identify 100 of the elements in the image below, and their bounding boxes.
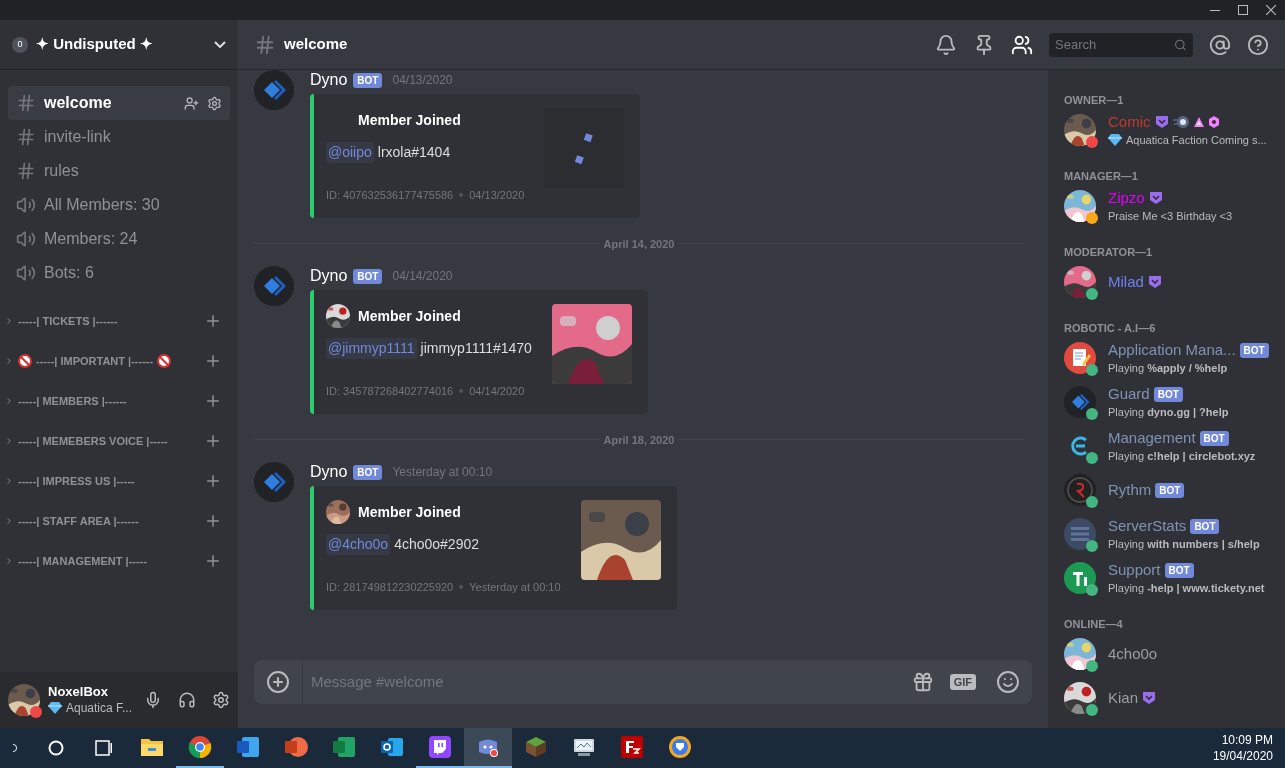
channel-name: Bots: 6 — [44, 263, 94, 283]
bot-tag: BOT — [1199, 430, 1229, 446]
record-avatar — [1064, 474, 1096, 506]
member-item[interactable]: Comic Aquatica Faction Coming s... — [1056, 108, 1277, 152]
boost-badge: 0 — [12, 36, 28, 53]
add-icon[interactable] — [204, 472, 222, 490]
search-field[interactable]: Search — [1049, 32, 1193, 57]
category-row[interactable]: -----| IMPORTANT |------ — [4, 352, 222, 370]
hash-icon — [16, 127, 36, 147]
chevron-right-icon — [4, 356, 14, 366]
member-activity: Praise Me <3 Birthday <3 — [1108, 209, 1233, 224]
diamond-icon — [48, 702, 62, 714]
group-header: ONLINE—4 — [1063, 617, 1124, 632]
category-row[interactable]: -----| MEMEBERS VOICE |----- — [4, 432, 222, 450]
add-icon[interactable] — [204, 352, 222, 370]
date-divider: April 14, 2020 — [603, 236, 675, 252]
search-input[interactable]: Search — [1055, 34, 1175, 55]
channel-name: rules — [44, 161, 79, 181]
minimize-icon[interactable] — [1210, 9, 1220, 11]
bell-icon[interactable] — [935, 33, 957, 56]
category-row[interactable]: -----| TICKETS |------ — [4, 312, 222, 330]
bot-tag: BOT — [1153, 386, 1183, 402]
user-tag: 4cho0o#2902 — [394, 534, 480, 555]
help-icon[interactable] — [1247, 33, 1269, 56]
gift-icon[interactable] — [911, 671, 934, 693]
upload-icon[interactable] — [266, 670, 290, 694]
emoji-icon[interactable] — [996, 670, 1020, 694]
microphone-icon[interactable] — [144, 691, 162, 709]
channel-name: All Members: 30 — [44, 195, 160, 215]
leaf-avatar — [1064, 562, 1096, 594]
member-item[interactable]: Kian — [1056, 676, 1277, 720]
category-row[interactable]: -----| MANAGEMENT |----- — [4, 552, 222, 570]
member-name: Guard — [1108, 384, 1150, 404]
cortana-icon[interactable] — [48, 740, 64, 756]
member-item[interactable]: 4cho0o — [1056, 632, 1277, 676]
task-view-icon[interactable] — [95, 740, 113, 756]
embed-title: Member Joined — [358, 110, 461, 130]
shield-icon — [1148, 191, 1163, 205]
bot-tag: BOT — [1155, 482, 1185, 498]
author-name[interactable]: Dyno — [310, 460, 348, 484]
message-time: 04/13/2020 — [392, 72, 453, 89]
chevron-right-icon — [4, 396, 14, 406]
user-mention[interactable]: @jimmyp1111 — [326, 338, 417, 359]
message-time: Yesterday at 00:10 — [392, 464, 493, 481]
message-time: 04/14/2020 — [392, 268, 453, 285]
channel-item[interactable]: welcome — [8, 86, 230, 120]
member-name: Zipzo — [1108, 188, 1145, 208]
shield-icon — [1142, 691, 1157, 705]
category-row[interactable]: -----| STAFF AREA |------ — [4, 512, 222, 530]
embed-footer-time: 04/13/2020 — [469, 188, 525, 203]
add-icon[interactable] — [204, 392, 222, 410]
channel-item[interactable]: Bots: 6 — [8, 256, 230, 290]
server-name: ✦ Undisputed ✦ — [36, 34, 153, 55]
channel-item[interactable]: Members: 24 — [8, 222, 230, 256]
invite-icon[interactable] — [184, 95, 199, 111]
server-header[interactable]: 0 ✦ Undisputed ✦ — [0, 20, 238, 70]
category-row[interactable]: -----| IMPRESS US |----- — [4, 472, 222, 490]
member-item[interactable]: Support BOT Playing -help | www.tickety.net — [1056, 556, 1277, 600]
add-icon[interactable] — [204, 552, 222, 570]
channel-item[interactable]: All Members: 30 — [8, 188, 230, 222]
add-icon[interactable] — [204, 512, 222, 530]
category-row[interactable]: -----| MEMBERS |------ — [4, 392, 222, 410]
bot-tag: BOT — [1164, 562, 1194, 578]
gif-button[interactable]: GIF — [949, 673, 976, 691]
user-mention[interactable]: @4cho0o — [326, 534, 391, 555]
group-header: MODERATOR—1 — [1063, 245, 1154, 260]
mention-icon[interactable] — [1209, 33, 1231, 56]
channel-name: Members: 24 — [44, 229, 138, 249]
author-name[interactable]: Dyno — [310, 70, 348, 92]
hash-icon — [16, 161, 36, 181]
member-item[interactable]: Milad — [1056, 260, 1277, 304]
member-name: Management — [1108, 428, 1196, 448]
member-name: Support — [1108, 560, 1161, 580]
member-item[interactable]: Zipzo Praise Me <3 Birthday <3 — [1056, 184, 1277, 228]
settings-icon[interactable] — [207, 95, 222, 111]
shield-icon — [1147, 275, 1162, 289]
no-entry-icon — [157, 354, 172, 368]
member-item[interactable]: Guard BOT Playing dyno.gg | ?help — [1056, 380, 1277, 424]
member-item[interactable]: ServerStats BOT Playing with numbers | s/help — [1056, 512, 1277, 556]
members-icon[interactable] — [1011, 33, 1033, 56]
member-item[interactable]: Management BOT Playing c!help | circlebot.xyz — [1056, 424, 1277, 468]
headphones-icon[interactable] — [178, 691, 196, 709]
close-icon[interactable] — [1266, 5, 1276, 15]
add-icon[interactable] — [204, 432, 222, 450]
clock-date: 19/04/2020 — [1212, 748, 1273, 764]
settings-icon[interactable] — [212, 691, 230, 709]
author-name[interactable]: Dyno — [310, 264, 348, 288]
twitch-icon — [428, 735, 452, 759]
bot-tag: BOT — [1190, 518, 1220, 534]
user-mention[interactable]: @oiipo — [326, 142, 374, 163]
speaker-icon — [16, 195, 36, 215]
channel-item[interactable]: rules — [8, 154, 230, 188]
member-name: Milad — [1108, 272, 1144, 292]
member-item[interactable]: Application Mana... BOT Playing %apply / %help — [1056, 336, 1277, 380]
channel-item[interactable]: invite-link — [8, 120, 230, 154]
maximize-icon[interactable] — [1238, 5, 1248, 15]
member-item[interactable]: Rythm BOT — [1056, 468, 1277, 512]
speaker-icon — [16, 229, 36, 249]
chevron-right-icon — [4, 556, 14, 566]
add-icon[interactable] — [204, 312, 222, 330]
